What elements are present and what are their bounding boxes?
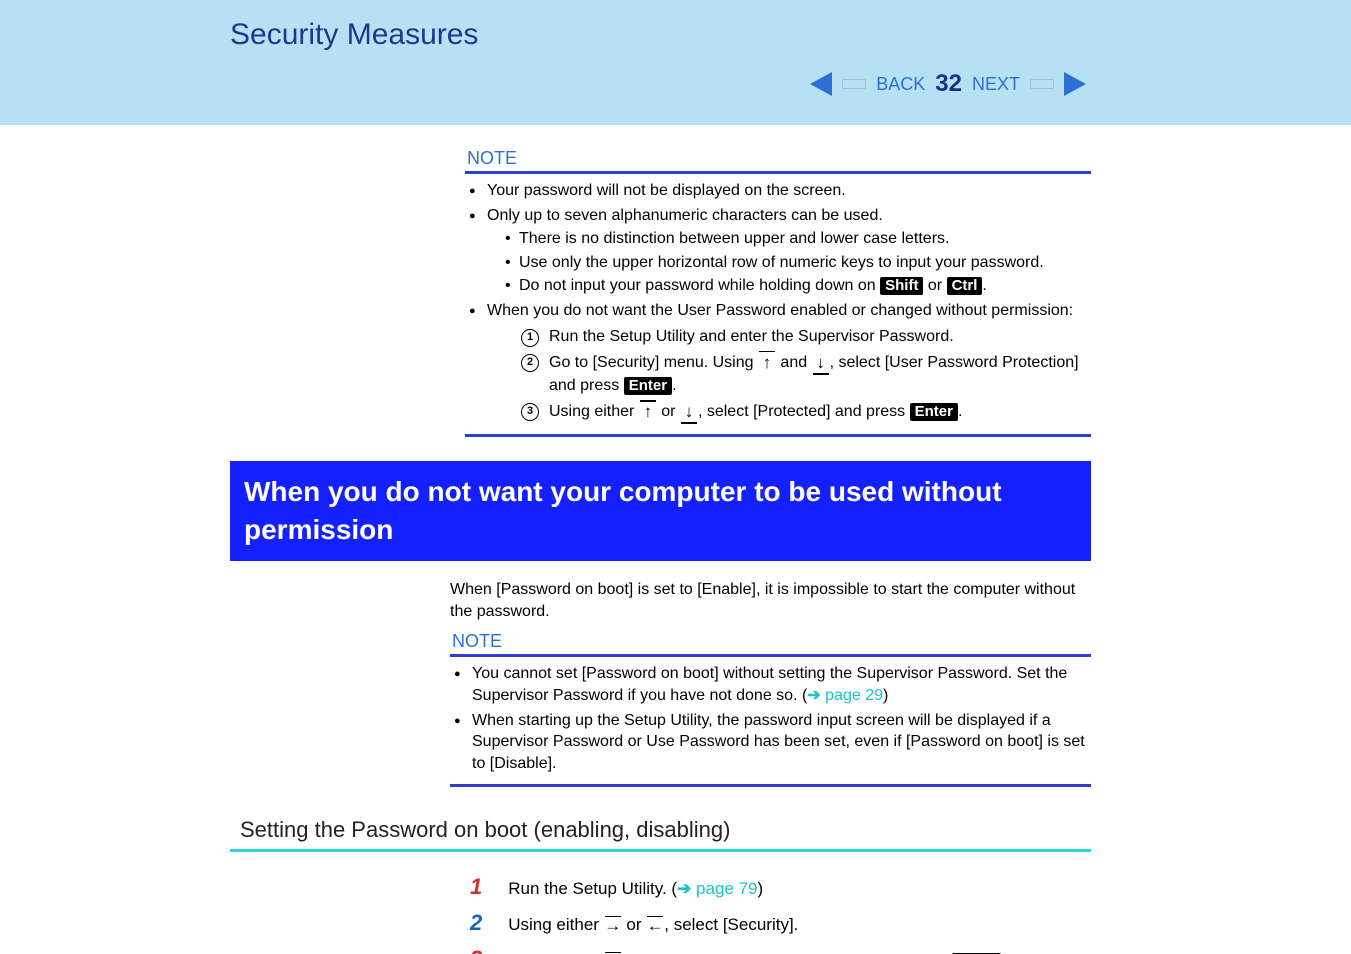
divider (465, 171, 1091, 174)
page-link[interactable]: page 79 (696, 879, 757, 898)
step-number: 3 (470, 946, 482, 954)
section-banner: When you do not want your computer to be… (230, 461, 1091, 561)
step-number: 2 (470, 910, 482, 936)
text: Go to [Security] menu. Using ↑ and ↓, se… (549, 351, 1091, 397)
circled-number-icon: 2 (521, 354, 539, 372)
note-label: NOTE (467, 148, 1091, 169)
step-row: 1 Run the Setup Utility. (➔ page 79) (470, 874, 1091, 900)
arrow-right-icon: → (604, 916, 622, 936)
next-link[interactable]: NEXT (972, 74, 1020, 95)
arrow-down-icon: ↓ (680, 400, 698, 424)
divider (450, 654, 1091, 657)
list-item: 2 Go to [Security] menu. Using ↑ and ↓, … (521, 351, 1091, 397)
page-number: 32 (935, 70, 962, 98)
page-link[interactable]: page 29 (825, 687, 883, 704)
link-arrow-icon: ➔ (677, 879, 696, 898)
back-arrow-icon[interactable] (810, 72, 832, 96)
arrow-down-icon: ↓ (812, 351, 830, 375)
list-item: 1 Run the Setup Utility and enter the Su… (521, 326, 1091, 348)
circled-number-icon: 1 (521, 329, 539, 347)
note-list: Your password will not be displayed on t… (469, 180, 1091, 424)
steps-list: 1 Run the Setup Utility. (➔ page 79) 2 U… (470, 874, 1091, 954)
page-title: Security Measures (230, 18, 1351, 52)
list-item: Your password will not be displayed on t… (469, 180, 1091, 202)
note-block-1: NOTE Your password will not be displayed… (0, 125, 1351, 437)
text: ) (883, 687, 888, 704)
next-arrow-icon[interactable] (1064, 72, 1086, 96)
list-item: When starting up the Setup Utility, the … (454, 710, 1091, 775)
text: or (923, 277, 946, 294)
step-number: 1 (470, 874, 482, 900)
text: Using either ↑ or ↓, select [Protected] … (549, 400, 962, 424)
step-text: Run the Setup Utility. (➔ page 79) (508, 879, 763, 899)
list-item: Only up to seven alphanumeric characters… (469, 205, 1091, 297)
divider (230, 849, 1091, 852)
circled-number-icon: 3 (521, 403, 539, 421)
subsection: Setting the Password on boot (enabling, … (0, 817, 1351, 852)
arrow-left-icon: ← (646, 916, 664, 936)
page-header: Security Measures BACK 32 NEXT (0, 0, 1351, 125)
arrow-up-icon: ↑ (639, 400, 657, 424)
ordered-steps: 1 Run the Setup Utility and enter the Su… (521, 326, 1091, 424)
text: Only up to seven alphanumeric characters… (487, 207, 883, 224)
note-list: You cannot set [Password on boot] withou… (454, 663, 1091, 774)
list-item: When you do not want the User Password e… (469, 300, 1091, 424)
key-ctrl: Ctrl (947, 277, 983, 295)
content-block: When [Password on boot] is set to [Enabl… (0, 579, 1351, 788)
subsection-heading: Setting the Password on boot (enabling, … (240, 817, 1091, 843)
page-nav: BACK 32 NEXT (810, 70, 1086, 98)
steps-block: 1 Run the Setup Utility. (➔ page 79) 2 U… (0, 874, 1351, 954)
next-stem-icon (1030, 79, 1054, 89)
step-text: Using either → or ←, select [Security]. (508, 915, 798, 936)
arrow-up-icon: ↑ (758, 351, 776, 375)
text: . (982, 277, 986, 294)
key-enter: Enter (624, 377, 672, 395)
list-item: 3 Using either ↑ or ↓, select [Protected… (521, 400, 1091, 424)
list-item: Do not input your password while holding… (505, 275, 1091, 297)
list-item: You cannot set [Password on boot] withou… (454, 663, 1091, 706)
list-item: There is no distinction between upper an… (505, 228, 1091, 250)
note-label: NOTE (452, 631, 1091, 652)
back-link[interactable]: BACK (876, 74, 925, 95)
step-row: 2 Using either → or ←, select [Security]… (470, 910, 1091, 936)
key-shift: Shift (880, 277, 923, 295)
text: You cannot set [Password on boot] withou… (472, 665, 1067, 704)
step-row: 3 Using either ↑ or ↓, select [Password … (470, 946, 1091, 954)
divider (465, 434, 1091, 437)
sub-list: There is no distinction between upper an… (505, 228, 1091, 297)
text: When you do not want the User Password e… (487, 302, 1073, 319)
text: Run the Setup Utility and enter the Supe… (549, 326, 954, 348)
list-item: Use only the upper horizontal row of num… (505, 252, 1091, 274)
paragraph: When [Password on boot] is set to [Enabl… (450, 579, 1091, 624)
text: Do not input your password while holding… (519, 277, 880, 294)
divider (450, 784, 1091, 787)
link-arrow-icon: ➔ (807, 687, 825, 704)
key-enter: Enter (910, 403, 958, 421)
back-stem-icon (842, 79, 866, 89)
